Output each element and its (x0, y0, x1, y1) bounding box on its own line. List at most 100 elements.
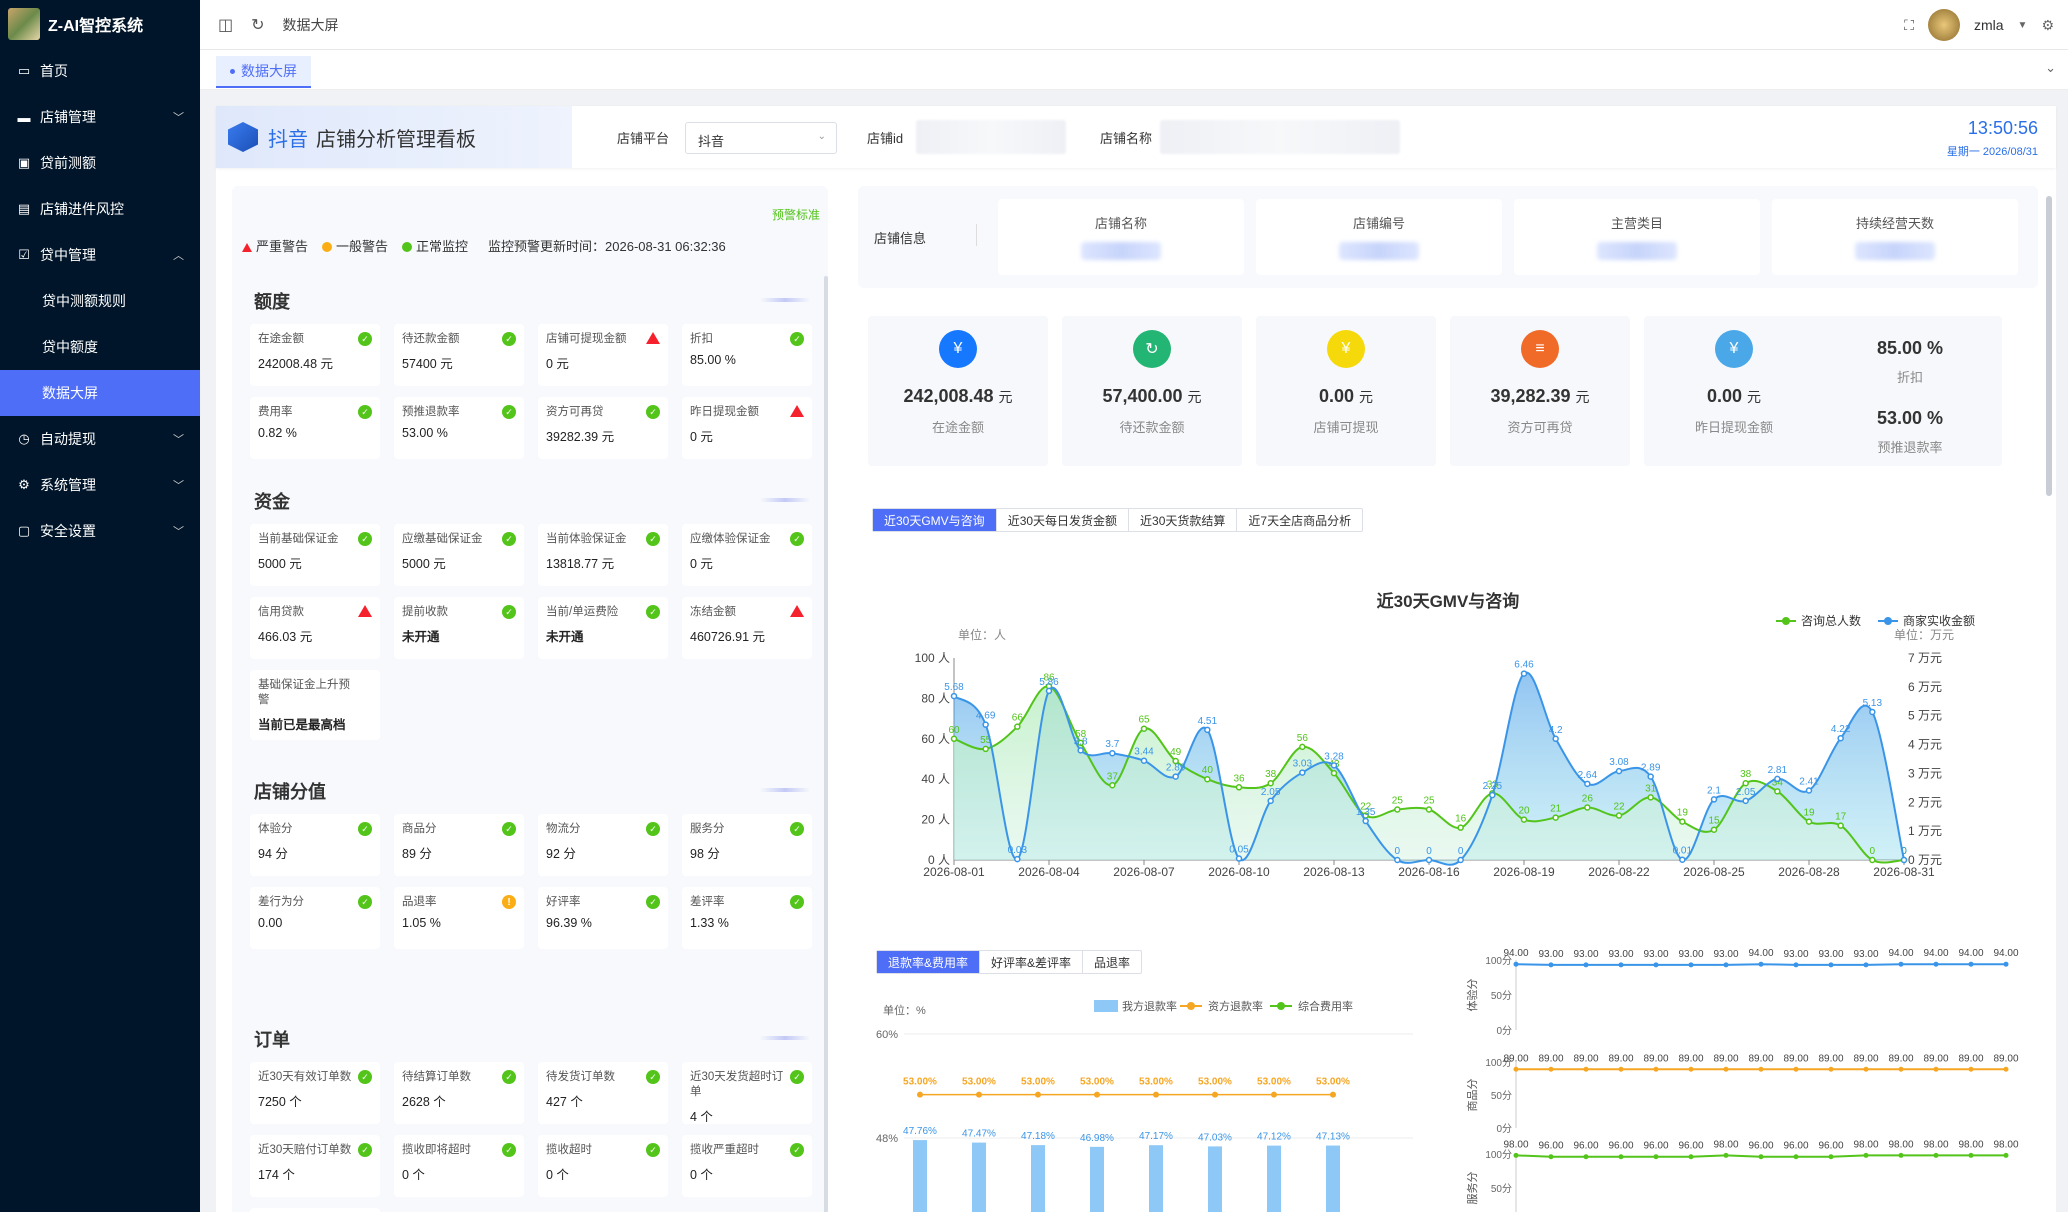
data-point[interactable] (1513, 1152, 1519, 1158)
data-point[interactable] (950, 692, 958, 700)
data-point[interactable] (1394, 856, 1401, 864)
sidebar-subitem-2[interactable]: 数据大屏 (0, 370, 200, 416)
data-point[interactable] (1900, 856, 1908, 864)
data-point[interactable] (1615, 812, 1623, 819)
tags-more-icon[interactable]: ⌄ (2045, 60, 2056, 76)
data-point[interactable] (1267, 797, 1274, 805)
data-point[interactable] (1330, 762, 1338, 769)
chart-tab[interactable]: 近7天全店商品分析 (1237, 509, 1362, 531)
chart-tab[interactable]: 近30天货款结算 (1129, 509, 1238, 531)
data-point[interactable] (1014, 855, 1021, 863)
data-point[interactable] (1618, 1154, 1624, 1160)
data-point[interactable] (1094, 1091, 1100, 1098)
data-point[interactable] (1489, 791, 1496, 799)
data-point[interactable] (1618, 962, 1624, 968)
settings-icon[interactable]: ⚙ (2041, 17, 2054, 34)
data-point[interactable] (1933, 1152, 1939, 1158)
data-point[interactable] (2003, 1152, 2009, 1158)
data-point[interactable] (1457, 856, 1464, 864)
bar[interactable] (1326, 1145, 1340, 1212)
data-point[interactable] (1520, 816, 1528, 823)
data-point[interactable] (1710, 826, 1718, 833)
data-point[interactable] (1898, 1152, 1904, 1158)
data-point[interactable] (1204, 775, 1211, 783)
data-point[interactable] (1742, 797, 1749, 805)
data-point[interactable] (1299, 743, 1306, 751)
data-point[interactable] (1299, 769, 1306, 776)
data-point[interactable] (1774, 788, 1781, 795)
data-point[interactable] (1828, 1066, 1834, 1072)
collapse-sidebar-icon[interactable]: ◫ (218, 15, 233, 35)
sidebar-item2-2[interactable]: ▢ 安全设置 ﹀ (0, 508, 200, 554)
data-point[interactable] (976, 1091, 982, 1098)
data-point[interactable] (1774, 775, 1781, 783)
platform-select[interactable]: 抖音 ⌄ (685, 122, 837, 154)
data-point[interactable] (1014, 723, 1021, 730)
data-point[interactable] (1898, 961, 1904, 967)
chart-tab[interactable]: 好评率&差评率 (980, 951, 1084, 973)
page-scrollbar[interactable] (2046, 196, 2052, 496)
data-point[interactable] (1688, 962, 1694, 968)
data-point[interactable] (1968, 1152, 1974, 1158)
data-point[interactable] (1045, 687, 1053, 695)
panel-scrollbar[interactable] (824, 276, 828, 1212)
data-point[interactable] (1869, 856, 1876, 864)
data-point[interactable] (917, 1091, 923, 1098)
data-point[interactable] (1688, 1154, 1694, 1160)
data-point[interactable] (1710, 796, 1718, 803)
data-point[interactable] (982, 721, 989, 728)
data-point[interactable] (1583, 962, 1589, 968)
data-point[interactable] (1805, 818, 1813, 825)
bar[interactable] (913, 1140, 927, 1212)
data-point[interactable] (1425, 856, 1433, 864)
data-point[interactable] (1394, 806, 1401, 813)
refresh-icon[interactable]: ↻ (251, 15, 264, 35)
data-point[interactable] (1583, 1066, 1589, 1072)
data-point[interactable] (1863, 1152, 1869, 1158)
data-point[interactable] (1837, 822, 1844, 829)
data-point[interactable] (1548, 1154, 1554, 1160)
data-point[interactable] (1758, 961, 1764, 967)
data-point[interactable] (2003, 961, 2009, 967)
data-point[interactable] (1653, 962, 1659, 968)
data-point[interactable] (1723, 1152, 1729, 1158)
data-point[interactable] (1330, 769, 1338, 777)
data-point[interactable] (1212, 1091, 1218, 1098)
chart-tab[interactable]: 近30天GMV与咨询 (873, 509, 997, 531)
avatar[interactable] (1927, 9, 1960, 41)
data-point[interactable] (1618, 1066, 1624, 1072)
data-point[interactable] (1828, 962, 1834, 968)
data-point[interactable] (1863, 962, 1869, 968)
data-point[interactable] (1679, 856, 1686, 863)
shop-id-field[interactable] (916, 120, 1066, 154)
data-point[interactable] (1153, 1091, 1159, 1098)
warning-standard-link[interactable]: 预警标准 (772, 206, 820, 223)
bar[interactable] (1149, 1145, 1163, 1212)
data-point[interactable] (1723, 962, 1729, 968)
data-point[interactable] (1647, 773, 1654, 780)
data-point[interactable] (1425, 806, 1433, 813)
data-point[interactable] (1267, 779, 1274, 787)
data-point[interactable] (1758, 1154, 1764, 1160)
data-point[interactable] (1584, 780, 1591, 788)
data-point[interactable] (1548, 962, 1554, 968)
data-point[interactable] (1330, 1091, 1336, 1098)
data-point[interactable] (1653, 1066, 1659, 1072)
chart-tab[interactable]: 退款率&费用率 (877, 951, 981, 973)
chevron-down-icon[interactable]: ▼ (2018, 20, 2028, 31)
chart-tab[interactable]: 近30天每日发货金额 (997, 509, 1130, 531)
sidebar-subitem-1[interactable]: 贷中额度 (0, 324, 200, 370)
bar[interactable] (1090, 1146, 1104, 1212)
data-point[interactable] (1520, 670, 1528, 677)
sidebar-item-3[interactable]: ▤ 店铺进件风控 (0, 186, 200, 232)
data-point[interactable] (1513, 1066, 1519, 1072)
data-point[interactable] (1140, 757, 1148, 764)
data-point[interactable] (1869, 708, 1876, 716)
sidebar-subitem-0[interactable]: 贷中测额规则 (0, 278, 200, 324)
data-point[interactable] (1679, 818, 1686, 825)
data-point[interactable] (1457, 824, 1464, 831)
data-point[interactable] (1235, 784, 1243, 791)
data-point[interactable] (1758, 1066, 1764, 1072)
data-point[interactable] (1235, 855, 1243, 862)
data-point[interactable] (1362, 817, 1369, 825)
